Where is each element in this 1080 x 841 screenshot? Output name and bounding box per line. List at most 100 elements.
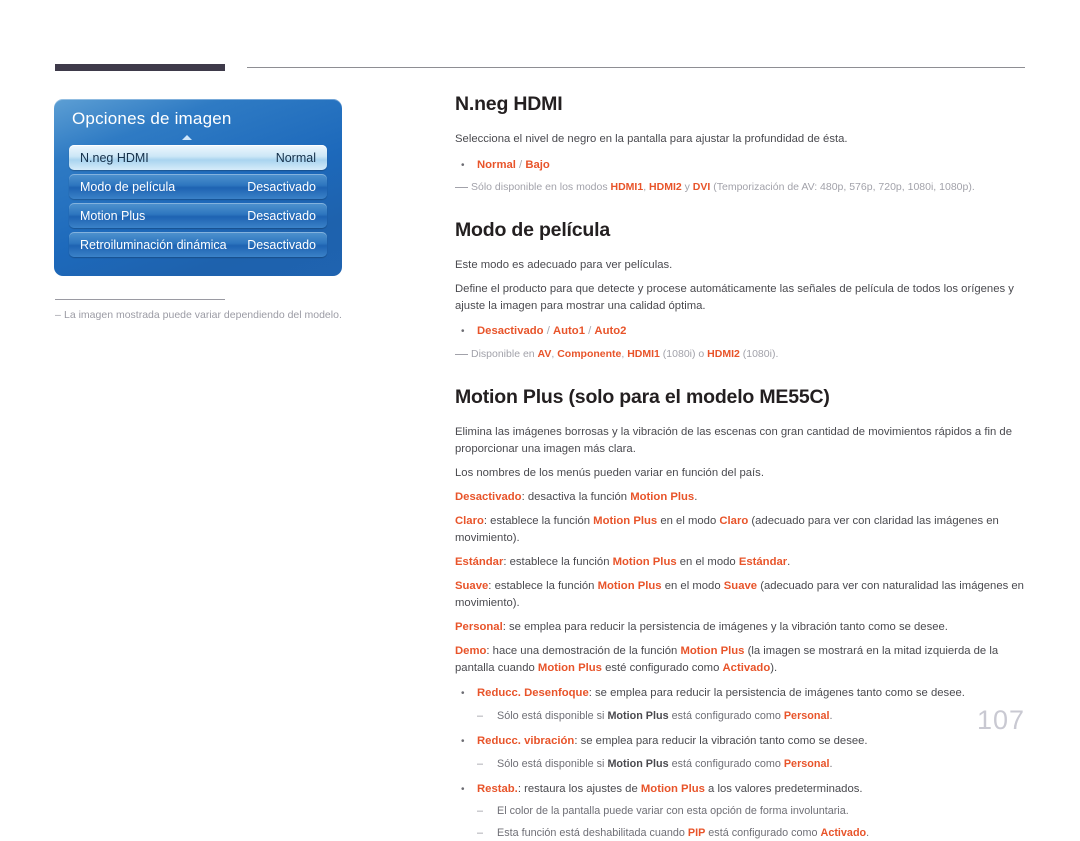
option-separator: / bbox=[543, 325, 553, 338]
header-accent-bar bbox=[55, 64, 225, 71]
bullet-text: Reducc. Desenfoque: se emplea para reduc… bbox=[477, 685, 1025, 703]
bullet-text: Restab.: restaura los ajustes de Motion … bbox=[477, 781, 1025, 799]
bullet-rest: : se emplea para reducir la vibración ta… bbox=[574, 735, 868, 748]
def-text: ). bbox=[770, 661, 778, 674]
film-mode-options: Desactivado / Auto1 / Auto2 bbox=[477, 323, 1025, 341]
page-title-film-mode: Modo de película bbox=[455, 218, 610, 241]
bullet-term: Reducc. vibración bbox=[477, 735, 575, 748]
osd-row-value: Desactivado bbox=[247, 208, 316, 223]
keyword-activado: Activado bbox=[820, 826, 867, 839]
osd-menu-title: Opciones de imagen bbox=[72, 109, 232, 128]
keyword-componente: Componente bbox=[557, 347, 622, 360]
bullet-rest: : restaura los ajustes de bbox=[517, 782, 641, 795]
keyword-motion-plus: Motion Plus bbox=[607, 757, 669, 770]
def-text: : hace una demostración de la función bbox=[486, 644, 681, 657]
keyword-claro: Claro bbox=[719, 514, 749, 527]
sub-note-text: Sólo está disponible si Motion Plus está… bbox=[497, 708, 832, 724]
motion-plus-def-claro: Claro: establece la función Motion Plus … bbox=[455, 513, 1025, 547]
sub-note-text: Sólo está disponible si Motion Plus está… bbox=[497, 756, 832, 772]
sub-note-text: El color de la pantalla puede variar con… bbox=[497, 805, 849, 818]
option-separator: / bbox=[585, 325, 595, 338]
def-text: : establece la función bbox=[483, 514, 594, 527]
def-text: en el modo bbox=[676, 555, 739, 568]
sub-dash-icon: ‒ bbox=[477, 826, 484, 839]
keyword-motion-plus: Motion Plus bbox=[607, 709, 669, 722]
keyword-suave: Suave bbox=[723, 579, 758, 592]
sub-pre: Sólo está disponible si bbox=[497, 757, 608, 770]
sub-pre: Esta función está deshabilitada cuando bbox=[497, 826, 688, 839]
def-term: Desactivado bbox=[455, 491, 522, 503]
def-text: . bbox=[787, 555, 791, 568]
motion-plus-sub-note-judder: ‒ Sólo está disponible si Motion Plus es… bbox=[477, 756, 1025, 772]
def-text: esté configurado como bbox=[601, 661, 723, 674]
keyword-motion-plus: Motion Plus bbox=[630, 491, 695, 503]
header-divider-line bbox=[247, 67, 1025, 68]
keyword-motion-plus: Motion Plus bbox=[680, 644, 745, 657]
osd-row-dynamic-backlight[interactable]: Retroiluminación dinámica Desactivado bbox=[69, 232, 327, 257]
def-text: : desactiva la función bbox=[521, 491, 631, 503]
bullet-dot-icon: • bbox=[461, 688, 465, 700]
film-mode-note-text: Disponible en AV, Componente, HDMI1 (108… bbox=[471, 347, 778, 362]
keyword-motion-plus: Motion Plus bbox=[537, 661, 602, 674]
osd-row-film-mode[interactable]: Modo de película Desactivado bbox=[69, 174, 327, 199]
keyword-hdmi2: HDMI2 bbox=[649, 181, 682, 194]
keyword-motion-plus: Motion Plus bbox=[612, 555, 677, 568]
sub-dash-icon: ‒ bbox=[477, 757, 484, 770]
sub-post: . bbox=[829, 709, 833, 722]
bullet-dot-icon: • bbox=[461, 159, 465, 171]
osd-row-hdmi-black-level[interactable]: N.neg HDMI Normal bbox=[69, 145, 327, 170]
keyword-hdmi1: HDMI1 bbox=[627, 347, 660, 360]
def-term: Suave bbox=[455, 579, 489, 592]
left-note: ‒ La imagen mostrada puede variar dependi… bbox=[55, 308, 385, 322]
bullet-dot-icon: • bbox=[461, 783, 465, 795]
motion-plus-def-demo: Demo: hace una demostración de la funció… bbox=[455, 643, 1025, 677]
def-text: en el modo bbox=[657, 514, 720, 527]
motion-plus-sub-note-color: ‒ El color de la pantalla puede variar c… bbox=[477, 803, 1025, 819]
motion-plus-bullet-blur-reduction: • Reducc. Desenfoque: se emplea para red… bbox=[455, 685, 1025, 703]
left-note-text: La imagen mostrada puede variar dependie… bbox=[64, 309, 342, 321]
film-mode-options-bullet: • Desactivado / Auto1 / Auto2 bbox=[455, 323, 1025, 341]
main-content: N.neg HDMI Selecciona el nivel de negro … bbox=[455, 93, 1025, 841]
option-auto2: Auto2 bbox=[594, 325, 627, 338]
option-separator: / bbox=[515, 158, 526, 171]
osd-row-value: Desactivado bbox=[247, 237, 316, 252]
note-dash-icon bbox=[455, 187, 468, 189]
motion-plus-def-personal: Personal: se emplea para reducir la pers… bbox=[455, 619, 1025, 636]
sub-dash-icon: ‒ bbox=[477, 805, 484, 818]
motion-plus-para-2: Los nombres de los menús pueden variar e… bbox=[455, 467, 764, 480]
def-text: : se emplea para reducir la persistencia… bbox=[502, 620, 948, 633]
def-text: : establece la función bbox=[503, 555, 613, 568]
bullet-dot-icon: • bbox=[461, 326, 465, 338]
sub-mid: está configurado como bbox=[705, 826, 821, 839]
note-suffix: (1080i). bbox=[739, 347, 779, 360]
note-prefix: Sólo disponible en los modos bbox=[471, 181, 611, 194]
keyword-motion-plus: Motion Plus bbox=[640, 782, 705, 795]
note-mid: (1080i) o bbox=[659, 347, 708, 360]
film-mode-note: Disponible en AV, Componente, HDMI1 (108… bbox=[455, 347, 1025, 362]
note-sep: y bbox=[681, 181, 693, 194]
bullet-dot-icon: • bbox=[461, 736, 465, 748]
keyword-activado: Activado bbox=[722, 661, 771, 674]
def-term: Demo bbox=[455, 644, 487, 657]
page-title-hdmi-black-level: N.neg HDMI bbox=[455, 93, 563, 115]
def-text: en el modo bbox=[661, 579, 724, 592]
bullet-rest: : se emplea para reducir la persistencia… bbox=[588, 687, 965, 700]
osd-row-label: N.neg HDMI bbox=[80, 150, 149, 165]
page-number: 107 bbox=[976, 705, 1025, 735]
keyword-pip: PIP bbox=[687, 826, 706, 839]
motion-plus-bullet-reset: • Restab.: restaura los ajustes de Motio… bbox=[455, 781, 1025, 799]
note-dash-icon bbox=[455, 353, 468, 355]
osd-row-motion-plus[interactable]: Motion Plus Desactivado bbox=[69, 203, 327, 228]
keyword-estandar: Estándar bbox=[738, 555, 788, 568]
osd-row-label: Retroiluminación dinámica bbox=[80, 237, 227, 252]
option-desactivado: Desactivado bbox=[477, 325, 544, 338]
keyword-motion-plus: Motion Plus bbox=[593, 514, 658, 527]
motion-plus-para-1: Elimina las imágenes borrosas y la vibra… bbox=[455, 426, 1012, 456]
osd-row-value: Desactivado bbox=[247, 179, 316, 194]
keyword-personal: Personal bbox=[783, 709, 830, 722]
option-auto1: Auto1 bbox=[552, 325, 585, 338]
hdmi-black-note: Sólo disponible en los modos HDMI1, HDMI… bbox=[455, 180, 1025, 195]
page-title-motion-plus: Motion Plus (solo para el modelo ME55C) bbox=[455, 386, 830, 409]
bullet-rest: a los valores predeterminados. bbox=[704, 782, 863, 795]
option-bajo: Bajo bbox=[525, 158, 550, 171]
